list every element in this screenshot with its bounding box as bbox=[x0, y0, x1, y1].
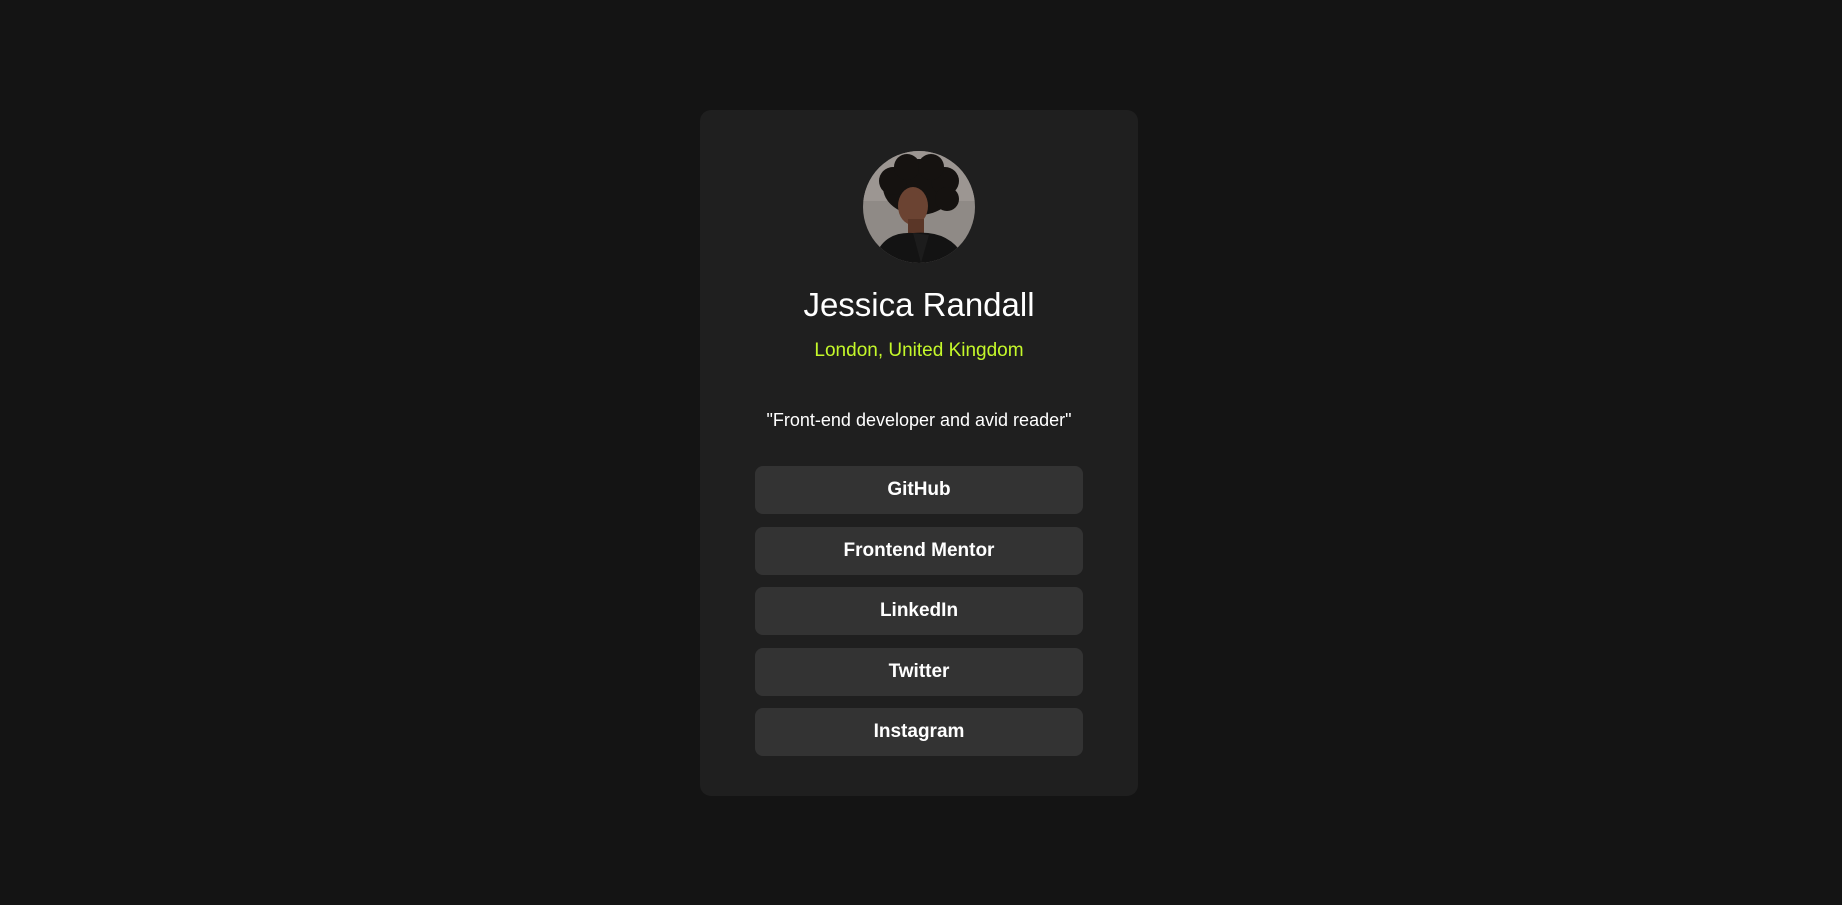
list-item: Instagram bbox=[755, 708, 1083, 756]
github-link-button[interactable]: GitHub bbox=[755, 466, 1083, 514]
list-item: LinkedIn bbox=[755, 587, 1083, 635]
frontend-mentor-link-button[interactable]: Frontend Mentor bbox=[755, 526, 1083, 575]
profile-name: Jessica Randall bbox=[803, 286, 1035, 323]
avatar-photo bbox=[863, 151, 975, 263]
social-links-list: GitHub Frontend Mentor LinkedIn Twitter … bbox=[755, 466, 1083, 769]
list-item: Twitter bbox=[755, 647, 1083, 696]
avatar bbox=[863, 151, 975, 263]
profile-card: Jessica Randall London, United Kingdom "… bbox=[700, 110, 1138, 796]
list-item: Frontend Mentor bbox=[755, 526, 1083, 575]
twitter-link-button[interactable]: Twitter bbox=[755, 647, 1083, 696]
linkedin-link-button[interactable]: LinkedIn bbox=[755, 587, 1083, 635]
list-item: GitHub bbox=[755, 466, 1083, 514]
profile-location: London, United Kingdom bbox=[814, 340, 1024, 361]
profile-bio: "Front-end developer and avid reader" bbox=[766, 410, 1072, 430]
instagram-link-button[interactable]: Instagram bbox=[755, 708, 1083, 756]
